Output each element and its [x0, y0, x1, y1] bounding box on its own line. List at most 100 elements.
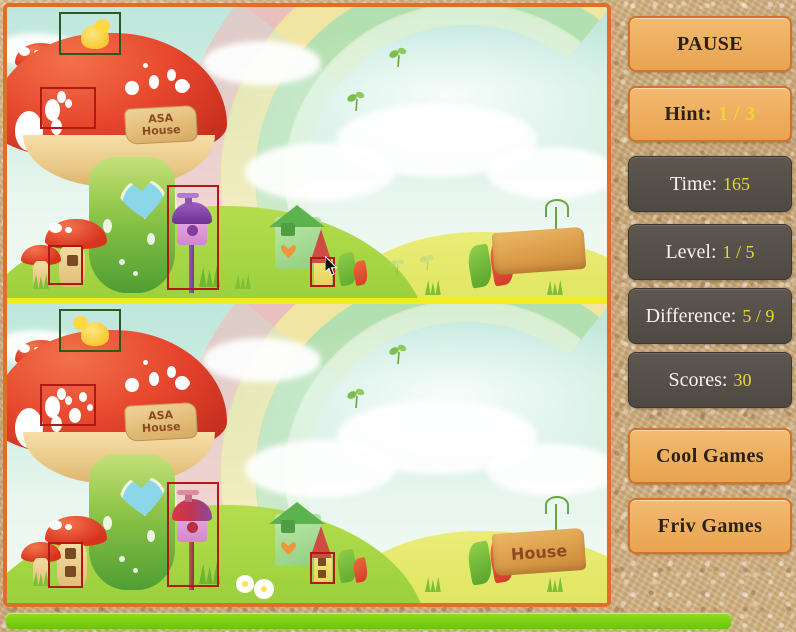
mushroom-window [65, 566, 76, 577]
wooden-house-sign [491, 226, 587, 276]
stem-speck [133, 568, 138, 573]
heart-vine-curl [545, 199, 569, 217]
sign-line-2: House [141, 122, 181, 138]
stem-speck [147, 233, 155, 245]
flying-sprout [389, 344, 407, 365]
scores-label: Scores: [668, 368, 728, 391]
mushroom-small-lower-stem [59, 245, 85, 287]
daisy [235, 574, 255, 594]
cap-spot [79, 392, 87, 402]
game-app: ASA House ASA House House PAUSE Hint: 1 … [0, 0, 796, 632]
birdhouse-post [189, 536, 194, 590]
hint-label: Hint: [664, 102, 712, 125]
yellow-house-window [318, 558, 326, 566]
difference-value: 5 / 9 [742, 305, 775, 326]
scene-bottom[interactable]: ASA House House [7, 304, 607, 603]
cap-spot [143, 63, 148, 68]
cloud [245, 143, 395, 201]
cool-games-button[interactable]: Cool Games [628, 428, 792, 484]
cap-spot [167, 366, 176, 378]
level-value: 1 / 5 [722, 241, 755, 262]
sidebar: PAUSE Hint: 1 / 3 Time: 165 Level: 1 / 5… [620, 0, 796, 604]
asa-house-sign: ASA House [124, 105, 198, 145]
birdhouse-hole [187, 522, 198, 533]
pause-button[interactable]: PAUSE [628, 16, 792, 72]
yellow-house-roof [310, 526, 332, 558]
stem-speck [103, 516, 112, 530]
mouse-cursor [324, 254, 339, 276]
cap-spot [65, 99, 72, 108]
cap-spot [87, 404, 93, 411]
asa-house-sign: ASA House [124, 402, 198, 442]
daisy [253, 578, 275, 600]
stem-speck [133, 271, 138, 276]
friv-games-button[interactable]: Friv Games [628, 498, 792, 554]
wooden-sign-label: House [510, 540, 568, 564]
hint-button[interactable]: Hint: 1 / 3 [628, 86, 792, 142]
cap-spot [45, 99, 60, 121]
birdhouse-hole [187, 225, 198, 236]
green-house-roof [269, 502, 325, 524]
cloud [487, 147, 607, 199]
level-label: Level: [665, 240, 717, 263]
scene-top[interactable]: ASA House [7, 7, 607, 298]
level-panel: Level: 1 / 5 [628, 224, 792, 280]
flying-sprout [389, 257, 405, 275]
green-house-window [281, 223, 295, 236]
cap-spot [69, 408, 81, 423]
game-board[interactable]: ASA House ASA House House [3, 3, 611, 607]
difference-label: Difference: [645, 304, 737, 327]
birdhouse-post [189, 239, 194, 293]
stem-speck [119, 556, 125, 562]
cap-flower [175, 376, 189, 390]
cap-spot [51, 416, 62, 432]
flying-sprout [347, 91, 365, 112]
cap-spot [167, 69, 176, 81]
mushroom-spot [65, 227, 72, 233]
cap-spot [51, 119, 62, 135]
progress-bar-fill [6, 613, 731, 629]
stem-speck [119, 259, 125, 265]
cool-games-label: Cool Games [656, 444, 764, 467]
sign-line-2: House [141, 419, 181, 435]
cloud [245, 440, 395, 498]
mushroom-stem [89, 454, 175, 590]
stem-speck [147, 530, 155, 542]
cap-spot [65, 396, 72, 405]
birdhouse-perch [177, 490, 199, 495]
mushroom-stem [89, 157, 175, 293]
flying-sprout [389, 47, 407, 68]
cap-spot [143, 360, 148, 365]
cap-spot [149, 372, 159, 386]
heart-vine-curl [545, 496, 569, 514]
scores-value: 30 [733, 369, 752, 390]
mushroom-spot [19, 344, 30, 353]
cap-spot [149, 75, 159, 89]
flying-sprout [347, 388, 365, 409]
mushroom-spot [49, 520, 62, 530]
scene-divider [7, 298, 607, 304]
cloud [203, 338, 321, 382]
time-label: Time: [669, 172, 718, 195]
stem-speck [103, 219, 112, 233]
cap-flower [175, 79, 189, 93]
cap-flower [125, 378, 139, 392]
cap-spot [45, 396, 60, 418]
time-panel: Time: 165 [628, 156, 792, 212]
friv-games-label: Friv Games [657, 514, 763, 537]
hint-value: 1 / 3 [718, 102, 756, 125]
flying-sprout [419, 253, 435, 271]
chick-bird-head [73, 316, 88, 330]
mushroom-spot [49, 223, 62, 233]
difference-panel: Difference: 5 / 9 [628, 288, 792, 344]
cap-flower [125, 81, 139, 95]
mushroom-window [65, 548, 76, 559]
pause-button-label: PAUSE [676, 32, 744, 55]
birdhouse-perch [177, 193, 199, 198]
yellow-house-window [318, 570, 326, 578]
mushroom-spot [19, 47, 30, 56]
cloud [203, 41, 321, 85]
mushroom-spot [65, 524, 72, 530]
cloud [487, 444, 607, 496]
green-house-roof [269, 205, 325, 227]
